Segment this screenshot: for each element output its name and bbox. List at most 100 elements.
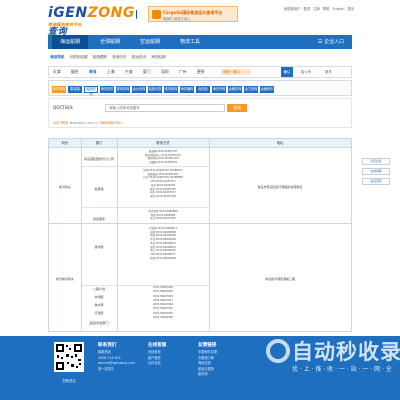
footer-link[interactable]: 船讯网 — [198, 372, 217, 378]
port-yantai[interactable]: 烟台 — [71, 67, 79, 77]
nav-item-global[interactable]: 全球船期 — [92, 35, 128, 49]
tag-capacity[interactable]: 运力查询 — [244, 86, 258, 93]
enterprise-login[interactable]: ☰ 企业入口 — [318, 35, 344, 49]
site-logo[interactable]: iGENZONG|查询 物流服务综合平台 — [48, 6, 138, 38]
contact-list-2b: 0532-86697864 0532-86697806 0532-8669780… — [117, 286, 209, 320]
breadcrumb: 海运导航 可视化船期 船舶跟踪 查询历史 航运资讯 海关船期 — [50, 55, 166, 60]
port-selector: 天津 烟台 青岛 上海 宁波 厦门 深圳 广州 更多 请选一港口 确认 船公司 … — [48, 66, 352, 78]
terminal-search: QQCT码头 查询 QQCT码头 www.qqct.com.cn 7868/88… — [48, 98, 352, 128]
qr-code — [54, 342, 84, 372]
top-links: 我是新用户 登录 注册 帮助 English 更多 — [284, 6, 356, 11]
tag-bl[interactable]: 提单查询 — [116, 86, 130, 93]
contact-line: 办公:0532-82987587 — [150, 217, 176, 221]
terminal-name: QQCT码头 — [53, 121, 69, 125]
carrier-link[interactable]: 船公司 — [301, 67, 311, 77]
toplink-english[interactable]: English — [333, 7, 345, 11]
port-guangzhou[interactable]: 广州 — [179, 67, 187, 77]
col-divider — [209, 139, 210, 331]
terminal-name-2: 前湾联合码头 — [55, 277, 74, 281]
footer-col3-title: 友情链接 — [198, 343, 217, 348]
port-xiamen[interactable]: 厦门 — [143, 67, 151, 77]
dept-1c: 综合服务 — [92, 217, 105, 221]
qr-caption: 扫码关注 — [62, 379, 76, 383]
toplink-help[interactable]: 帮助 — [323, 7, 330, 11]
port-more[interactable]: 更多 — [197, 67, 205, 77]
tag-customs[interactable]: 海关报关 — [100, 86, 114, 93]
port-confirm-button[interactable]: 确认 — [281, 67, 293, 77]
dept-2e: 行政部 — [94, 311, 104, 315]
footer-link[interactable]: 中国海关总署 — [198, 350, 217, 356]
toplink-login[interactable]: 登录 — [304, 7, 311, 11]
banner-subtitle: 用我们,省钱又省心 — [163, 17, 191, 21]
port-shanghai[interactable]: 上海 — [107, 67, 115, 77]
nav-item-ocean[interactable]: 海运船期 — [52, 35, 88, 49]
col-terminal: 码头 — [61, 141, 69, 145]
dept-1a: 青岛港集团前湾分公司 — [83, 157, 114, 161]
tag-schedule[interactable]: 船期查询 — [84, 86, 98, 96]
contact-line: 检验:0532-89608866 — [150, 256, 176, 260]
port-tianjin[interactable]: 天津 — [53, 67, 61, 77]
promo-banner[interactable]: CargoGo国际物流运价查询平台 用我们,省钱又省心 — [148, 6, 238, 22]
col-contact: 联系方式 — [156, 141, 170, 145]
contact-line: 0532-82862898 — [153, 316, 173, 320]
toplink-newuser[interactable]: 我是新用户 — [284, 7, 300, 11]
watermark-logo-icon — [266, 339, 290, 363]
tag-yard[interactable]: 堆场查询 — [164, 86, 178, 93]
toplink-register[interactable]: 注册 — [313, 7, 320, 11]
tag-vessel[interactable]: 船舶动态 — [148, 86, 162, 93]
breadcrumb-item-visual[interactable]: 可视化船期 — [70, 55, 88, 59]
col-dept: 部门 — [95, 141, 103, 145]
breadcrumb-item-news[interactable]: 航运资讯 — [132, 55, 146, 59]
toplink-more[interactable]: 更多 — [347, 7, 354, 11]
breadcrumb-item-customs[interactable]: 海关船期 — [151, 55, 165, 59]
port-search-hint[interactable]: 请选一港口 — [221, 69, 251, 75]
tag-container[interactable]: 集装箱 — [68, 86, 82, 93]
tag-dangerous[interactable]: 危险品 — [196, 86, 210, 93]
table-header: 码头 部门 联系方式 地址 — [49, 139, 351, 148]
tagline: 物流服务综合平台 — [48, 22, 82, 27]
footer-col1: 客服热线 4006-714-916 service@igenzong.com 周… — [98, 350, 135, 372]
tag-customs-code[interactable]: 海关代码 — [212, 86, 226, 93]
function-tags: 港口查询 集装箱 船期查询 海关报关 提单查询 运价查询 船舶动态 堆场查询 海… — [48, 80, 352, 96]
cargo-icon — [152, 10, 161, 19]
terminal-url[interactable]: www.qqct.com.cn — [70, 121, 98, 125]
nav-item-air[interactable]: 空运船期 — [132, 35, 168, 49]
row-divider — [81, 207, 209, 208]
dept-2c: 市场部 — [94, 295, 104, 299]
breadcrumb-home[interactable]: 海运导航 — [50, 55, 64, 59]
port-ningbo[interactable]: 宁波 — [125, 67, 133, 77]
tag-rate[interactable]: 运价查询 — [132, 86, 146, 93]
footer-link[interactable]: 在线咨询 — [148, 350, 161, 356]
side-tab-top[interactable]: 返回顶部 — [362, 178, 390, 185]
tag-port-query[interactable]: 港口查询 — [52, 86, 66, 93]
terminal-name-1: 前湾码头 — [58, 185, 71, 189]
tag-news[interactable]: 运输资讯 — [260, 86, 274, 93]
breadcrumb-item-track[interactable]: 船舶跟踪 — [93, 55, 107, 59]
footer-col3: 中国海关总署 中国港口网 海运在线 航运交易所 船讯网 — [198, 350, 217, 378]
footer-link[interactable]: 合作洽谈 — [148, 361, 161, 367]
port-qingdao[interactable]: 青岛 — [89, 67, 97, 77]
tracking-input[interactable] — [105, 104, 225, 112]
port-shenzhen[interactable]: 深圳 — [161, 67, 169, 77]
carrier-more-link[interactable]: 更多 — [325, 67, 332, 77]
footer-line[interactable]: service@igenzong.com — [98, 361, 135, 367]
contact-line: 港务:0532-82987400 — [150, 194, 176, 198]
terminal-label: QQCT码头 — [53, 105, 74, 110]
nav-item-tools[interactable]: 物流工具 — [172, 35, 208, 49]
side-tab-feedback[interactable]: 意见反馈 — [362, 158, 390, 165]
tag-transport[interactable]: 运输查询 — [228, 86, 242, 93]
tag-hs-code[interactable]: 海关编码 — [180, 86, 194, 93]
contact-line: 冷藏箱:0532-82987652 — [148, 161, 178, 165]
side-tab-service[interactable]: 在线客服 — [362, 168, 390, 175]
col-address: 地址 — [276, 141, 284, 145]
watermark-subtitle: 优 · 上 · 推 · 收 · 一 · 站 · 一 · 网 · 全 — [292, 366, 392, 373]
dept-2d: 技术部 — [94, 303, 104, 307]
terminal-info: QQCT码头 www.qqct.com.cn 7868/8887501 — [53, 120, 122, 125]
dept-2a: 操作部 — [94, 245, 104, 249]
footer-col2: 在线咨询 客户服务 合作洽谈 — [148, 350, 161, 367]
query-button[interactable]: 查询 — [227, 104, 247, 112]
contact-table: 码头 部门 联系方式 地址 前湾码头 青岛港集团前湾分公司 集装箱 综合服务 集… — [48, 138, 352, 332]
contact-list-1b: 场地:0532-82987587 82988877 船期调度:0532-8298… — [117, 169, 209, 199]
top-header: iGENZONG|查询 物流服务综合平台 CargoGo国际物流运价查询平台 用… — [0, 0, 400, 38]
breadcrumb-item-history[interactable]: 查询历史 — [112, 55, 126, 59]
